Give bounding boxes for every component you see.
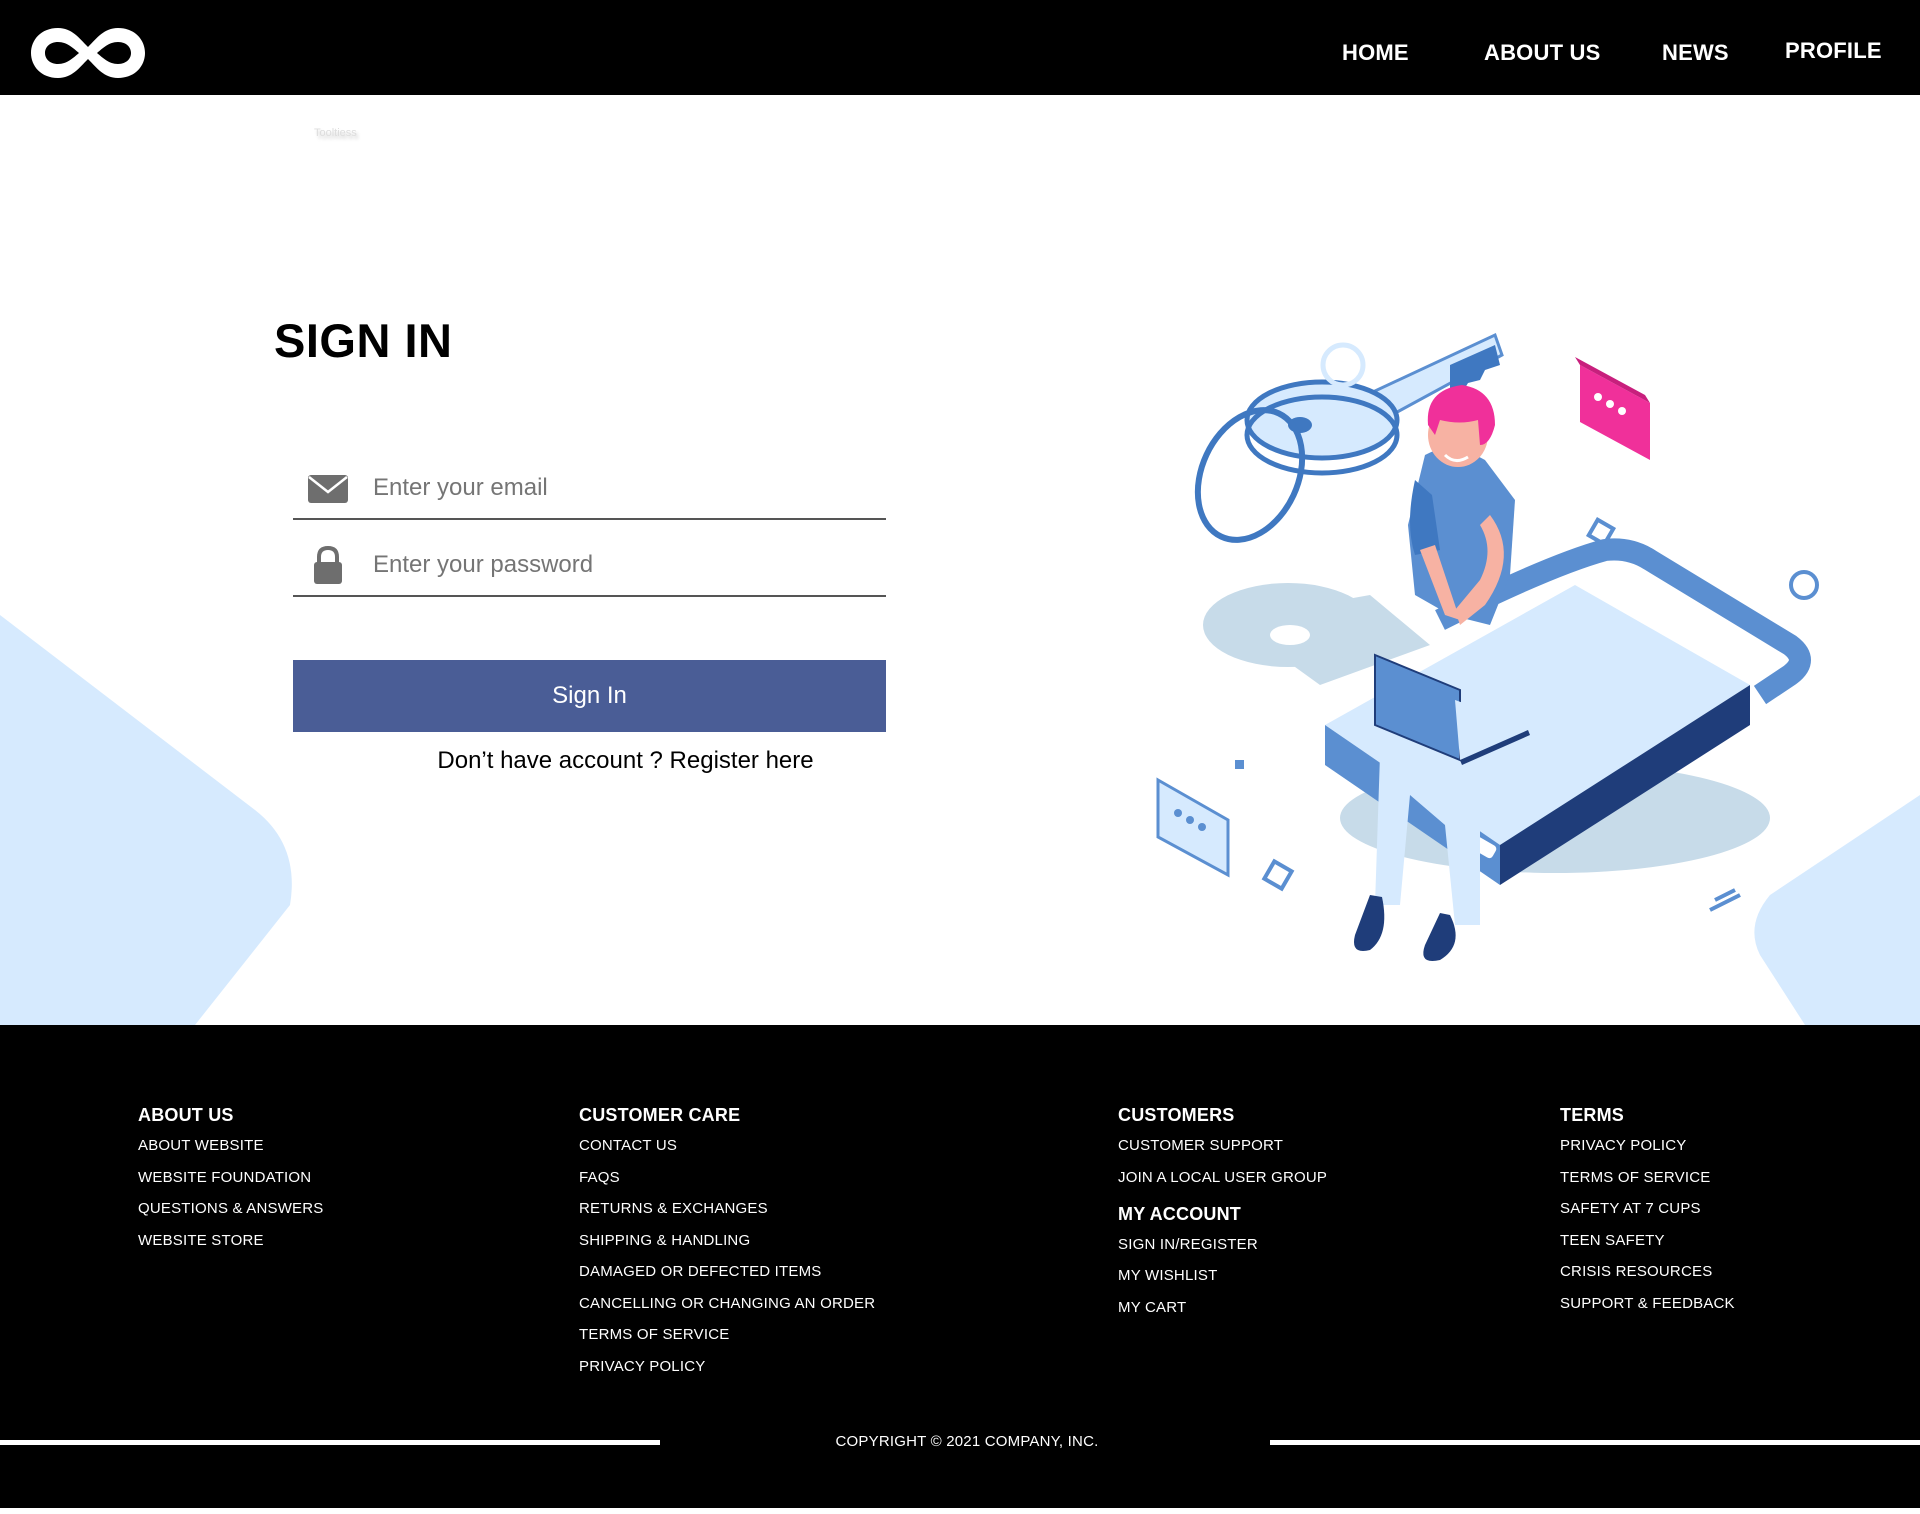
password-field <box>293 537 886 597</box>
footer-link[interactable]: CUSTOMER SUPPORT <box>1118 1138 1327 1154</box>
footer-heading: TERMS <box>1560 1105 1624 1125</box>
password-input[interactable] <box>373 545 873 585</box>
nav-news[interactable]: NEWS <box>1662 40 1729 66</box>
footer-column-customers: CUSTOMERS CUSTOMER SUPPORT JOIN A LOCAL … <box>1118 1105 1327 1331</box>
footer-link[interactable]: MY CART <box>1118 1299 1327 1316</box>
footer-heading: ABOUT US <box>138 1105 234 1125</box>
footer-link[interactable]: PRIVACY POLICY <box>1560 1138 1735 1154</box>
key-head <box>1244 379 1400 461</box>
top-navbar: HOME ABOUT US NEWS PROFILE <box>0 0 1920 95</box>
pink-chat-bubble <box>1575 357 1650 460</box>
footer-link[interactable]: CANCELLING OR CHANGING AN ORDER <box>579 1295 875 1312</box>
email-input[interactable] <box>373 468 873 508</box>
footer-link[interactable]: WEBSITE STORE <box>138 1232 324 1249</box>
register-link[interactable]: Don’t have account ? Register here <box>293 747 958 775</box>
bottom-strip <box>0 1508 1920 1514</box>
footer-heading: CUSTOMER CARE <box>579 1105 741 1125</box>
nav-profile[interactable]: PROFILE <box>1785 38 1882 64</box>
sign-in-button[interactable]: Sign In <box>293 660 886 732</box>
footer-link[interactable]: TERMS OF SERVICE <box>1560 1169 1735 1186</box>
footer-link[interactable]: ABOUT WEBSITE <box>138 1138 324 1154</box>
footer: ABOUT US ABOUT WEBSITE WEBSITE FOUNDATIO… <box>0 1025 1920 1514</box>
footer-link[interactable]: SHIPPING & HANDLING <box>579 1232 875 1249</box>
footer-link[interactable]: WEBSITE FOUNDATION <box>138 1169 324 1186</box>
footer-link[interactable]: TERMS OF SERVICE <box>579 1327 875 1343</box>
footer-link[interactable]: DAMAGED OR DEFECTED ITEMS <box>579 1264 875 1280</box>
footer-column-terms: TERMS PRIVACY POLICY TERMS OF SERVICE SA… <box>1560 1105 1735 1327</box>
footer-link[interactable]: SUPPORT & FEEDBACK <box>1560 1295 1735 1312</box>
blue-chat-bubble <box>1156 777 1230 878</box>
footer-divider-right <box>1270 1440 1920 1445</box>
page-title: SIGN IN <box>274 314 453 367</box>
footer-link[interactable]: CONTACT US <box>579 1138 875 1154</box>
footer-link[interactable]: JOIN A LOCAL USER GROUP <box>1118 1169 1327 1186</box>
footer-link[interactable]: QUESTIONS & ANSWERS <box>138 1201 324 1217</box>
infinity-logo-icon[interactable] <box>27 22 149 84</box>
background-shape-left <box>0 615 292 1025</box>
footer-column-customer-care: CUSTOMER CARE CONTACT US FAQS RETURNS & … <box>579 1105 875 1390</box>
nav-home[interactable]: HOME <box>1342 40 1409 66</box>
footer-heading-my-account: MY ACCOUNT <box>1118 1203 1241 1224</box>
footer-column-about-us: ABOUT US ABOUT WEBSITE WEBSITE FOUNDATIO… <box>138 1105 324 1264</box>
email-field <box>293 460 886 520</box>
footer-link[interactable]: TEEN SAFETY <box>1560 1232 1735 1249</box>
footer-link[interactable]: MY WISHLIST <box>1118 1268 1327 1284</box>
footer-link[interactable]: SIGN IN/REGISTER <box>1118 1236 1327 1253</box>
login-illustration <box>1156 332 1819 961</box>
footer-link[interactable]: CRISIS RESOURCES <box>1560 1264 1735 1280</box>
lock-icon <box>314 545 342 584</box>
footer-link[interactable]: RETURNS & EXCHANGES <box>579 1201 875 1217</box>
footer-link[interactable]: PRIVACY POLICY <box>579 1358 875 1375</box>
footer-link[interactable]: FAQS <box>579 1169 875 1186</box>
ghost-text: Tooltiess <box>314 127 357 139</box>
footer-link[interactable]: SAFETY AT 7 CUPS <box>1560 1201 1735 1217</box>
envelope-icon <box>308 475 348 503</box>
nav-about-us[interactable]: ABOUT US <box>1484 40 1601 66</box>
main-content: Tooltiess SIGN IN Sign In Don’t have acc… <box>0 95 1920 1025</box>
footer-heading: CUSTOMERS <box>1118 1105 1235 1125</box>
